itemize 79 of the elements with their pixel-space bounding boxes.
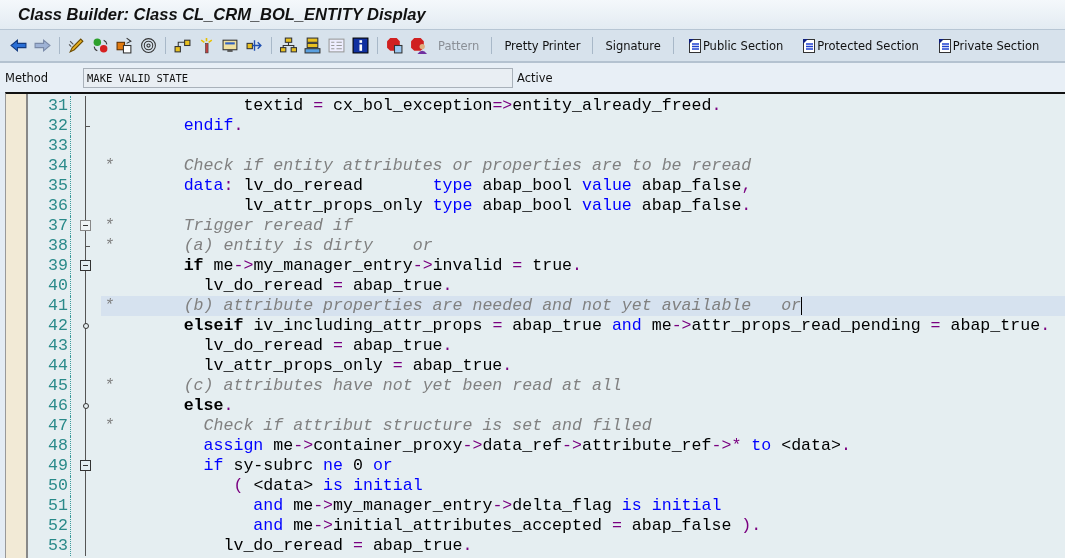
line-number: 48 [28, 436, 71, 456]
line-number: 44 [28, 356, 71, 376]
comment-line: * (b) attribute properties are needed and not yet available or [104, 296, 802, 316]
fold-branch-icon [83, 323, 89, 329]
comment-line: * Check if attribut structure is set and filled [104, 416, 652, 436]
document-icon [937, 37, 952, 54]
code-line: and me->my_manager_entry->delta_flag is initial [252, 496, 722, 516]
comment-line: * Check if entity attributes or properties are to be reread [104, 156, 752, 176]
comment-line: * Trigger reread if [104, 216, 353, 236]
pencil-icon[interactable] [68, 37, 85, 54]
code-line: lv_attr_props_only = abap_true. [202, 356, 513, 376]
code-line: lv_do_reread = abap_true. [202, 336, 453, 356]
code-line: lv_do_reread = abap_true. [202, 276, 453, 296]
code-line: lv_attr_props_only type abap_bool value abap_false. [242, 196, 752, 216]
line-number: 32 [28, 116, 71, 136]
stop-sign-person-icon[interactable] [410, 37, 427, 54]
fold-branch-icon [83, 403, 89, 409]
code-line: if me->my_manager_entry->invalid = true. [182, 256, 583, 276]
line-number: 40 [28, 276, 71, 296]
line-number: 53 [28, 536, 71, 556]
info-icon[interactable] [352, 37, 369, 54]
line-number: 41 [28, 296, 71, 316]
line-number: 45 [28, 376, 71, 396]
text-cursor [801, 297, 803, 315]
toolbar-button[interactable]: Pretty Printer [500, 38, 585, 53]
forward-arrow-icon[interactable] [34, 37, 51, 54]
line-number: 50 [28, 476, 71, 496]
comment-line: * (a) entity is dirty or [104, 236, 433, 256]
line-number: 37 [28, 216, 71, 236]
code-line: if sy-subrc ne 0 or [202, 456, 393, 476]
line-number: 47 [28, 416, 71, 436]
comment-line: * (c) attributes have not yet been read at all [104, 376, 622, 396]
section-button[interactable]: Private Section [931, 37, 1046, 54]
back-arrow-icon[interactable] [10, 37, 27, 54]
collapse-icon[interactable] [80, 260, 91, 271]
document-icon [687, 37, 702, 54]
collapse-icon[interactable] [80, 220, 91, 231]
document-icon [802, 37, 817, 54]
line-number: 39 [28, 256, 71, 276]
code-line: ( <data> is initial [232, 476, 423, 496]
display-icon[interactable] [222, 37, 239, 54]
stack-icon[interactable] [304, 37, 321, 54]
code-line: textid = cx_bol_exception=>entity_already_freed. [242, 96, 722, 116]
code-line: endif. [182, 116, 244, 136]
breakpoint-bar[interactable] [6, 94, 28, 558]
code-line: assign me->container_proxy->data_ref->attribute_ref->* to <data>. [202, 436, 851, 456]
line-number: 46 [28, 396, 71, 416]
toggle-icon[interactable] [92, 37, 109, 54]
hierarchy-icon[interactable] [174, 37, 191, 54]
code-line: data: lv_do_reread type abap_bool value abap_false, [182, 176, 752, 196]
code-line: and me->initial_attributes_accepted = abap_false ). [252, 516, 762, 536]
field-label: Method [4, 70, 50, 85]
section-button[interactable]: Protected Section [796, 37, 925, 54]
method-field[interactable]: MAKE_VALID_STATE [83, 67, 513, 88]
line-number: 42 [28, 316, 71, 336]
branch-arrow-icon[interactable] [246, 37, 263, 54]
window-title: Class Builder: Class CL_CRM_BOL_ENTITY Display [18, 5, 426, 24]
code-line: else. [182, 396, 234, 416]
line-number: 43 [28, 336, 71, 356]
line-number: 34 [28, 156, 71, 176]
line-number: 49 [28, 456, 71, 476]
line-number: 51 [28, 496, 71, 516]
stop-sign-icon[interactable] [386, 37, 403, 54]
code-line: elseif iv_including_attr_props = abap_true and me->attr_props_read_pending = abap_true. [182, 316, 1051, 336]
collapse-icon[interactable] [80, 460, 91, 471]
spiral-icon[interactable] [140, 37, 157, 54]
section-button[interactable]: Public Section [681, 37, 790, 54]
code-line: lv_do_reread = abap_true. [222, 536, 473, 556]
toolbar-button[interactable]: Signature [601, 38, 665, 53]
objects-icon[interactable] [116, 37, 133, 54]
line-number: 33 [28, 136, 71, 156]
line-number: 31 [28, 96, 71, 116]
line-number: 35 [28, 176, 71, 196]
line-number: 52 [28, 516, 71, 536]
tree-icon[interactable] [280, 37, 297, 54]
line-number: 36 [28, 196, 71, 216]
status-text: Active [517, 70, 553, 85]
wand-icon[interactable] [198, 37, 215, 54]
line-number: 38 [28, 236, 71, 256]
